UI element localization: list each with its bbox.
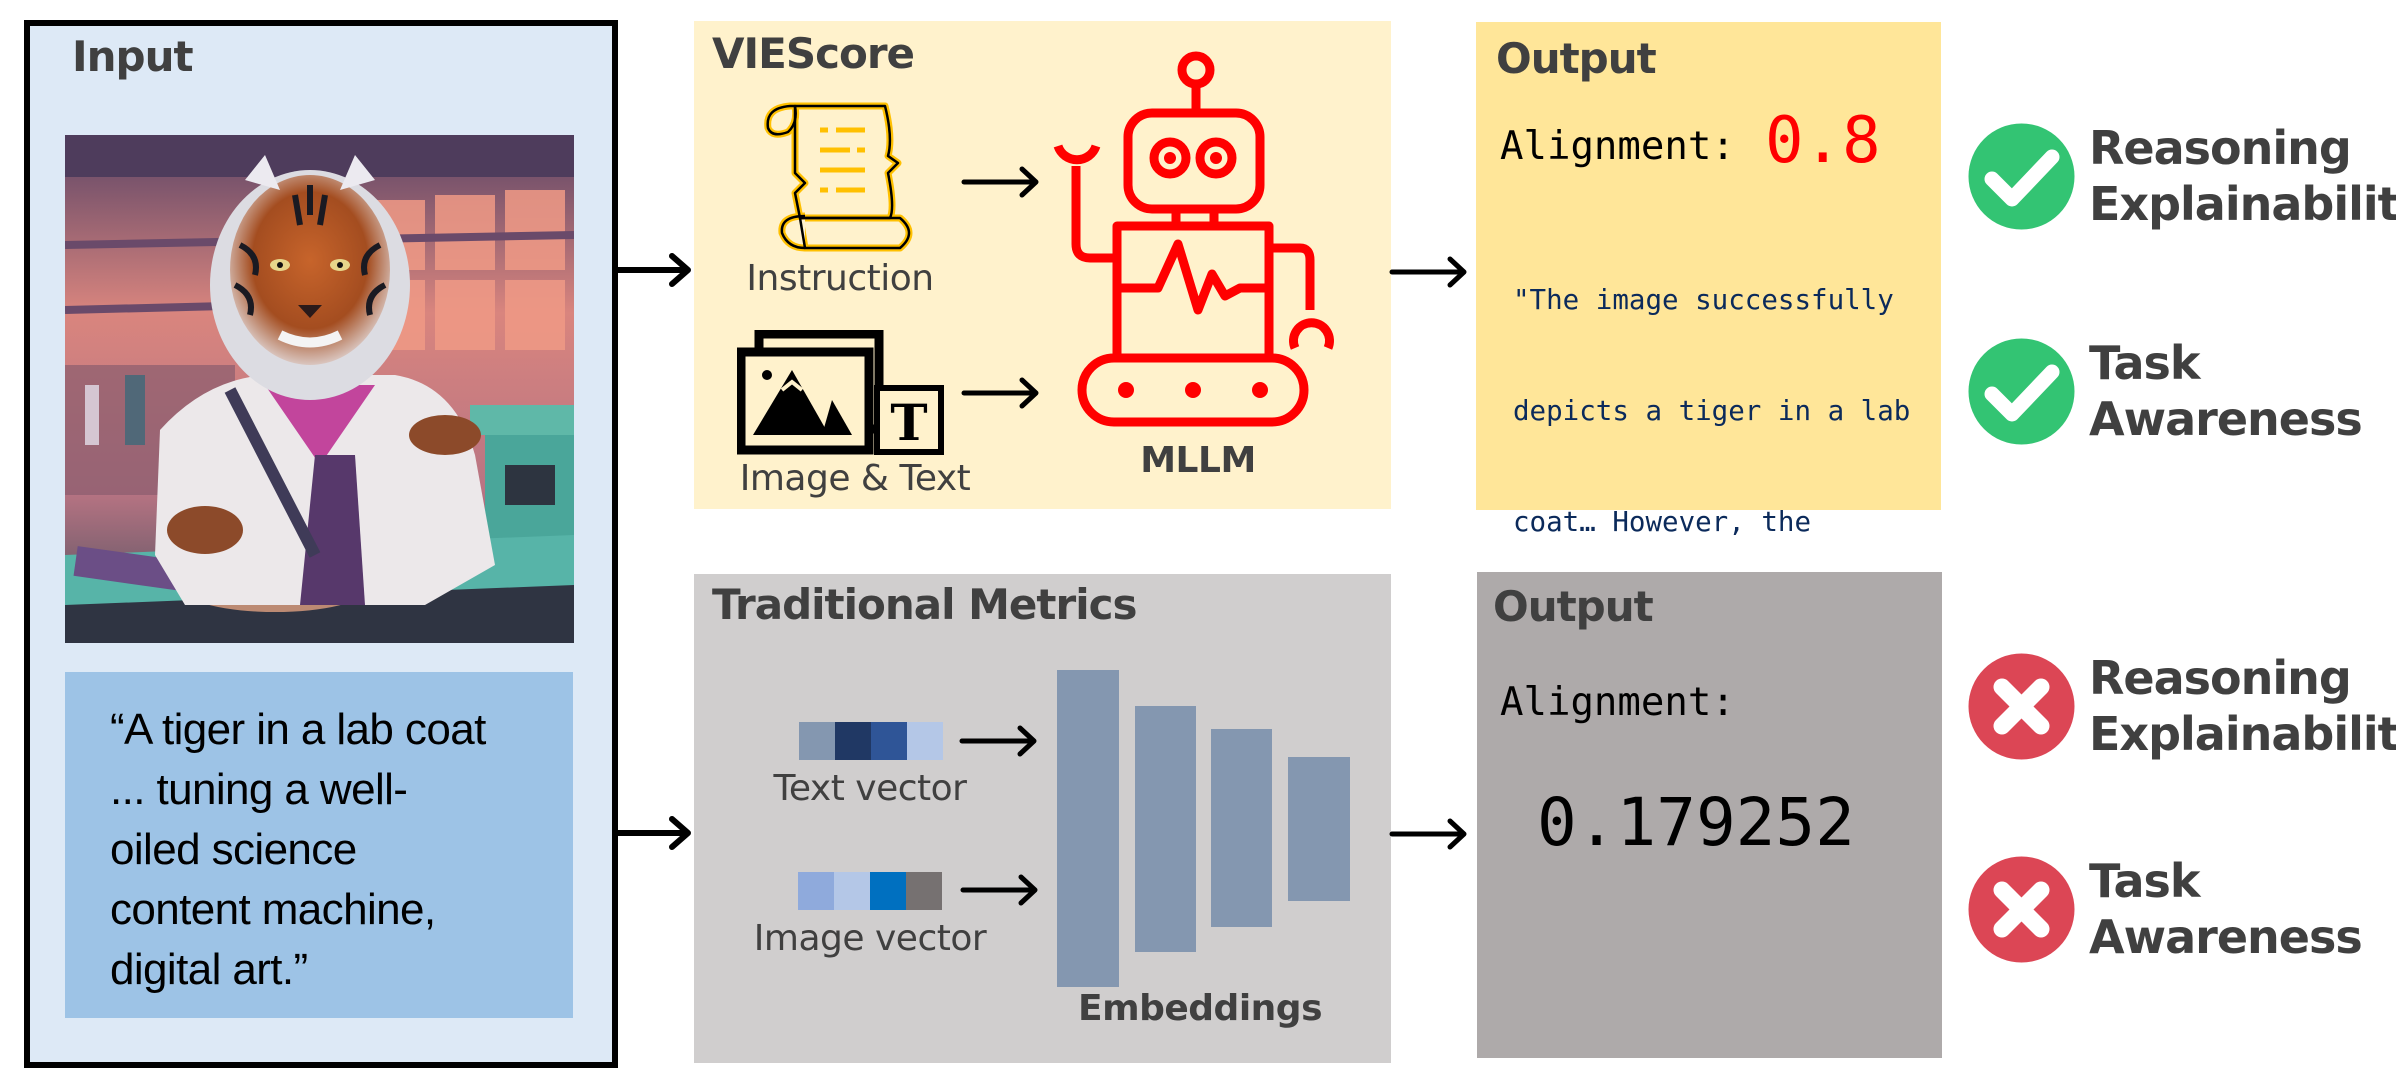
arrow-image-text-to-mllm-icon bbox=[961, 377, 1039, 409]
arrow-to-output-bottom-icon bbox=[1389, 818, 1467, 850]
reasoning-line: "The image successfully bbox=[1513, 284, 1894, 316]
arrow-image-vector-icon bbox=[960, 874, 1038, 906]
image-vector-cell bbox=[834, 872, 870, 910]
output-title: Output bbox=[1496, 34, 1657, 83]
x-circle-icon bbox=[1968, 856, 2075, 962]
embedding-layer bbox=[1211, 729, 1272, 927]
text-vector bbox=[799, 722, 943, 760]
criterion-task-awareness-pass: Task Awareness bbox=[1968, 335, 2363, 447]
arrow-to-traditional-icon bbox=[613, 816, 691, 850]
alignment-label: Alignment: bbox=[1500, 680, 1735, 725]
check-circle-icon bbox=[1968, 338, 2075, 444]
prompt-line: ... tuning a well- bbox=[110, 765, 408, 814]
prompt-line: digital art.” bbox=[110, 945, 308, 994]
prompt-text: “A tiger in a lab coat ... tuning a well… bbox=[110, 700, 550, 1000]
text-vector-cell bbox=[835, 722, 871, 760]
embedding-layer bbox=[1057, 670, 1119, 987]
criterion-reasoning-explainability-fail: Reasoning Explainability bbox=[1968, 650, 2396, 762]
image-vector-cell bbox=[798, 872, 834, 910]
robot-icon bbox=[1053, 51, 1334, 427]
traditional-title: Traditional Metrics bbox=[712, 580, 1138, 629]
alignment-label: Alignment: bbox=[1500, 124, 1735, 169]
arrow-to-viescore-icon bbox=[613, 253, 691, 287]
text-vector-cell bbox=[871, 722, 907, 760]
x-circle-icon bbox=[1968, 653, 2075, 759]
image-vector-cell bbox=[870, 872, 906, 910]
reasoning-line: depicts a tiger in a lab bbox=[1513, 395, 1911, 427]
tiger-lab-coat-image bbox=[65, 135, 574, 643]
image-vector bbox=[798, 872, 942, 910]
embedding-layer bbox=[1288, 757, 1350, 901]
text-vector-cell bbox=[907, 722, 943, 760]
criterion-task-awareness-fail: Task Awareness bbox=[1968, 853, 2363, 965]
embeddings-label: Embeddings bbox=[1078, 988, 1323, 1029]
alignment-score: 0.8 bbox=[1765, 104, 1881, 178]
svg-text:T: T bbox=[890, 393, 927, 452]
arrow-instruction-to-mllm-icon bbox=[961, 166, 1039, 198]
image-text-label: Image & Text bbox=[739, 458, 971, 499]
prompt-line: oiled science bbox=[110, 825, 357, 874]
criterion-reasoning-explainability-pass: Reasoning Explainability bbox=[1968, 120, 2396, 232]
input-title: Input bbox=[72, 32, 194, 81]
criterion-label: Task Awareness bbox=[2089, 854, 2363, 964]
arrow-to-output-top-icon bbox=[1389, 256, 1467, 288]
criterion-label: Task Awareness bbox=[2089, 336, 2363, 446]
alignment-score: 0.179252 bbox=[1537, 784, 1855, 861]
instruction-label: Instruction bbox=[746, 258, 934, 299]
output-panel-viescore: Output Alignment: 0.8 "The image success… bbox=[1476, 22, 1941, 982]
image-text-icon: T bbox=[737, 330, 944, 455]
mllm-label: MLLM bbox=[1140, 440, 1256, 481]
output-panel-traditional: Output Alignment: 0.179252 bbox=[1477, 572, 1942, 1058]
arrow-text-vector-icon bbox=[959, 725, 1037, 757]
reasoning-line: coat… However, the bbox=[1513, 506, 1812, 538]
image-vector-cell bbox=[906, 872, 942, 910]
criterion-label: Reasoning Explainability bbox=[2089, 651, 2396, 761]
prompt-line: “A tiger in a lab coat bbox=[110, 705, 486, 754]
text-vector-label: Text vector bbox=[773, 768, 967, 809]
check-circle-icon bbox=[1968, 123, 2075, 229]
prompt-box: “A tiger in a lab coat ... tuning a well… bbox=[65, 672, 573, 1018]
scroll-icon bbox=[764, 102, 913, 252]
image-vector-label: Image vector bbox=[753, 918, 987, 959]
embedding-layer bbox=[1135, 706, 1196, 952]
text-vector-cell bbox=[799, 722, 835, 760]
criterion-label: Reasoning Explainability bbox=[2089, 121, 2396, 231]
output-title: Output bbox=[1493, 582, 1654, 631]
viescore-title: VIEScore bbox=[712, 29, 915, 78]
prompt-line: content machine, bbox=[110, 885, 436, 934]
